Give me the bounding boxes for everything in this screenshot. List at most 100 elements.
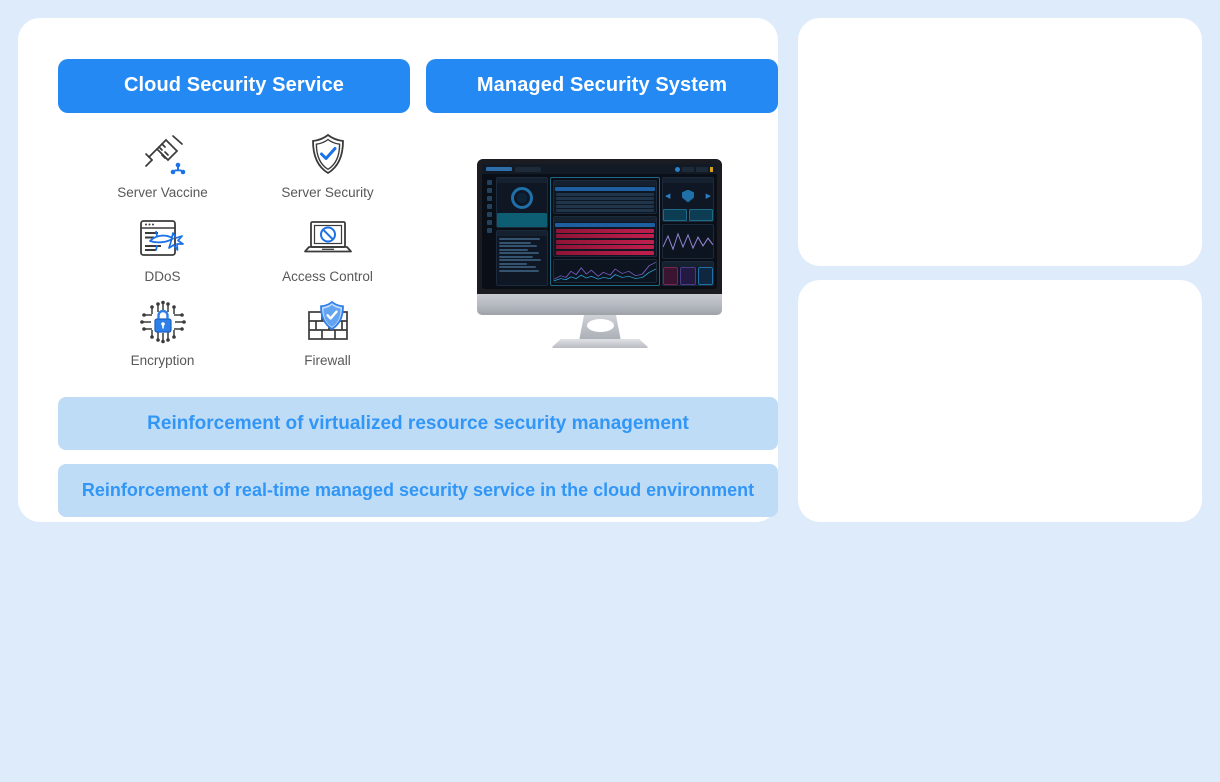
table-rows: [554, 228, 656, 256]
critical-threat-panel: [553, 215, 657, 257]
table-row-critical: [556, 234, 654, 238]
rail-icon: [487, 204, 492, 209]
table-row: [556, 201, 654, 204]
panel-title-bar: [554, 216, 656, 222]
kpi-panel: [662, 261, 714, 286]
service-label: Firewall: [304, 353, 351, 368]
rail-icon: [487, 220, 492, 225]
table-row-critical: [556, 239, 654, 244]
dashboard-search-input: [515, 166, 541, 172]
service-label: DDoS: [144, 269, 181, 284]
control-center-card: Integrated Cloud Control Center: [798, 280, 1202, 522]
threat-table-panel: [553, 180, 657, 214]
table-row: [556, 193, 654, 196]
table-row: [556, 205, 654, 208]
list-item: [499, 248, 529, 251]
table-row-critical: [556, 245, 654, 249]
dashboard-center-column: [550, 177, 660, 286]
chevron-left-icon: ◀: [665, 193, 671, 200]
metric-box: [663, 209, 687, 221]
dashboard-score-panel: [496, 177, 548, 228]
threat-intelligence-panel: ◀ ▶: [662, 177, 714, 222]
service-item-server-security: Server Security: [245, 128, 410, 212]
dashboard-body: ◀ ▶: [482, 174, 717, 289]
monitor-screen: ◀ ▶: [482, 164, 717, 289]
security-service-icon-grid: Server Vaccine Server Security DDoS Acce…: [80, 128, 410, 380]
table-row-critical: [556, 228, 654, 233]
trend-sparkline: [554, 261, 656, 281]
table-header: [555, 222, 655, 227]
syringe-biohazard-icon: [137, 128, 189, 180]
table-row: [556, 209, 654, 212]
service-label: Encryption: [130, 353, 195, 368]
list-item: [499, 269, 539, 272]
list-item: [499, 255, 534, 258]
dashboard-left-column: [496, 177, 548, 286]
managed-security-system-header: Managed Security System: [426, 59, 778, 113]
desktop-monitor-dashboard: ◀ ▶: [477, 159, 722, 349]
rail-icon: [487, 180, 492, 185]
intel-metric-boxes: [663, 209, 713, 221]
rail-icon: [487, 188, 492, 193]
kpi-card: [697, 267, 713, 285]
highlight-box: [497, 213, 547, 227]
rail-icon: [487, 212, 492, 217]
kpi-row: [663, 267, 713, 285]
score-donut-chart: [497, 183, 547, 213]
metric-box: [689, 209, 713, 221]
rail-icon: [487, 196, 492, 201]
list-item: [499, 238, 541, 240]
service-item-access-control: Access Control: [245, 212, 410, 296]
kpi-card: [663, 267, 679, 285]
reinforcement-banner-realtime: Reinforcement of real-time managed secur…: [58, 464, 778, 517]
list-item: [499, 262, 527, 265]
dashboard-topbar: [482, 164, 717, 174]
threat-intelligence-card: Real-time Threat Information Intelligenc…: [798, 18, 1202, 266]
service-label: Server Security: [281, 185, 374, 200]
dashboard-right-column: ◀ ▶: [662, 177, 714, 286]
monitor-stand-base: [551, 339, 649, 348]
secondary-sparkline: [663, 232, 713, 251]
chevron-right-icon: ▶: [705, 193, 711, 200]
warning-indicator-icon: [710, 166, 713, 172]
list-rows: [497, 236, 547, 274]
list-item: [499, 241, 532, 244]
table-header: [555, 187, 655, 191]
dashboard-list-panel: [496, 230, 548, 286]
service-label: Server Vaccine: [117, 185, 208, 200]
security-dashboard-mock: ◀ ▶: [482, 164, 717, 289]
dashboard-logo-icon: [486, 167, 512, 171]
panel-title-bar: [554, 181, 656, 186]
donut-ring: [511, 187, 533, 209]
monitor-chin: [477, 294, 722, 315]
rail-icon: [487, 228, 492, 233]
service-item-ddos: DDoS: [80, 212, 245, 296]
carousel-controls: ◀ ▶: [663, 183, 713, 209]
table-rows: [554, 192, 656, 213]
brickwall-shield-icon: [302, 296, 354, 348]
shield-icon: [682, 189, 694, 203]
browser-rocket-icon: [136, 212, 190, 264]
service-label: Access Control: [282, 269, 373, 284]
list-item: [499, 259, 542, 261]
service-item-server-vaccine: Server Vaccine: [80, 128, 245, 212]
table-row-critical: [556, 250, 654, 255]
laptop-blocked-icon: [302, 212, 354, 264]
monitor-bezel: ◀ ▶: [477, 159, 722, 294]
list-item: [499, 252, 540, 254]
list-item: [499, 245, 537, 247]
left-panel-card: Cloud Security Service Managed Security …: [18, 18, 778, 522]
circuit-padlock-icon: [137, 296, 189, 348]
service-item-firewall: Firewall: [245, 296, 410, 380]
diagram-canvas: Cloud Security Service Managed Security …: [0, 0, 1220, 540]
kpi-card: [680, 267, 696, 285]
monitor-stand-cutout: [587, 319, 614, 332]
traffic-trend-chart: [553, 258, 657, 283]
cloud-security-service-header: Cloud Security Service: [58, 59, 410, 113]
secondary-trend-chart: [662, 224, 714, 259]
status-dot-icon: [675, 166, 680, 172]
dashboard-sidebar-rail: [485, 177, 494, 286]
table-row: [556, 197, 654, 200]
reinforcement-banner-virtualized: Reinforcement of virtualized resource se…: [58, 397, 778, 450]
dashboard-chip: [696, 166, 708, 172]
